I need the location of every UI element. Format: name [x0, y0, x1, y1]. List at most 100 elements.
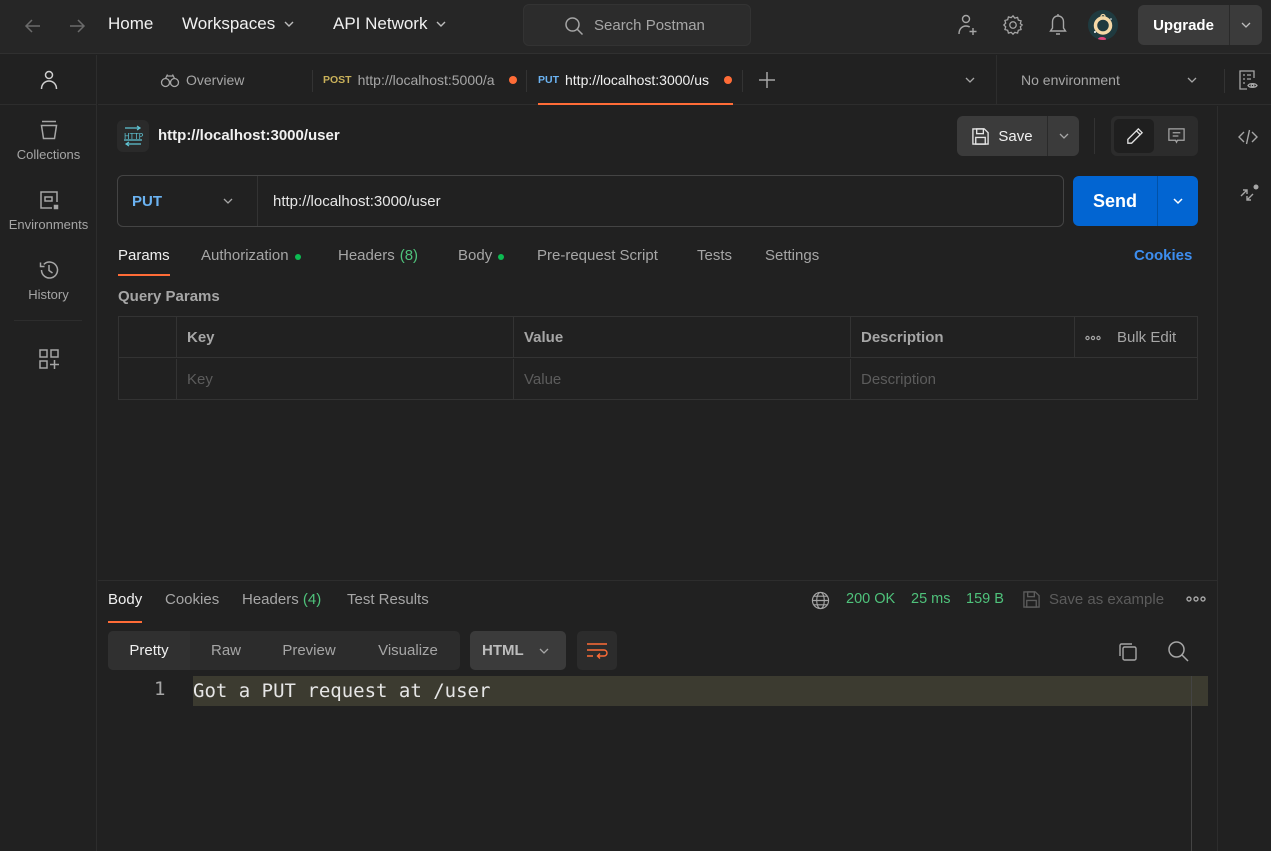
- new-tab-button[interactable]: [758, 55, 778, 105]
- tab-tests[interactable]: Tests: [697, 245, 732, 276]
- comment-icon: [1167, 127, 1186, 146]
- sidebar-item-environments[interactable]: Environments: [0, 189, 97, 249]
- response-body-editor[interactable]: 1 Got a PUT request at /user: [98, 676, 1217, 851]
- sidebar-item-history[interactable]: History: [0, 259, 97, 319]
- tab-headers[interactable]: Headers (8): [338, 245, 418, 276]
- chevron-down-icon: [538, 645, 550, 657]
- value-cell: [513, 359, 850, 400]
- response-size[interactable]: 159 B: [966, 591, 1004, 607]
- environment-select[interactable]: No environment: [996, 55, 1226, 105]
- view-pretty[interactable]: Pretty: [108, 631, 190, 670]
- nav-api-network[interactable]: API Network: [333, 14, 447, 34]
- overview-icon: [160, 72, 180, 88]
- tab-post-request[interactable]: POST http://localhost:5000/a: [323, 55, 518, 105]
- response-tab-headers[interactable]: Headers (4): [242, 591, 321, 623]
- params-table: Key Value Description Bulk Edit: [118, 316, 1198, 400]
- forward-arrow-icon[interactable]: [65, 14, 89, 38]
- edit-mode-button[interactable]: [1114, 119, 1154, 153]
- nav-home-label: Home: [108, 14, 154, 33]
- environment-quick-look-icon[interactable]: [1237, 69, 1259, 91]
- tab-settings[interactable]: Settings: [765, 245, 819, 276]
- chevron-down-icon[interactable]: [1230, 5, 1262, 45]
- tabs-overflow-dropdown[interactable]: [964, 55, 978, 105]
- add-module-icon: [38, 348, 60, 370]
- save-label: Save: [998, 127, 1033, 145]
- search-icon[interactable]: [1167, 640, 1189, 662]
- save-icon: [1022, 590, 1041, 609]
- environment-label: No environment: [1021, 72, 1120, 88]
- search-placeholder: Search Postman: [594, 16, 705, 34]
- format-select[interactable]: HTML: [470, 631, 566, 670]
- response-time[interactable]: 25 ms: [911, 591, 951, 607]
- related-collections-icon[interactable]: [1237, 184, 1259, 206]
- response-status[interactable]: 200 OK: [846, 591, 895, 607]
- sidebar-item-label: Environments: [8, 217, 89, 232]
- url-input[interactable]: [259, 176, 1059, 226]
- editor-scrollbar[interactable]: [1191, 676, 1192, 851]
- checkbox-column-header: [119, 317, 176, 358]
- tab-authorization[interactable]: Authorization: [201, 245, 301, 276]
- send-dropdown[interactable]: [1158, 176, 1198, 226]
- copy-icon[interactable]: [1117, 641, 1139, 663]
- globe-icon[interactable]: [811, 591, 830, 610]
- cookies-link[interactable]: Cookies: [1134, 247, 1192, 264]
- tab-params[interactable]: Params: [118, 245, 170, 276]
- response-divider[interactable]: [98, 580, 1217, 581]
- invite-user-icon[interactable]: [957, 13, 979, 37]
- chevron-down-icon: [1186, 74, 1198, 86]
- view-raw[interactable]: Raw: [190, 631, 262, 670]
- tab-divider: [526, 70, 527, 92]
- view-visualize[interactable]: Visualize: [356, 631, 460, 670]
- response-tab-test-results[interactable]: Test Results: [347, 591, 429, 623]
- sidebar-item-label: History: [28, 287, 69, 302]
- upgrade-label: Upgrade: [1138, 5, 1230, 45]
- key-input[interactable]: [187, 359, 513, 400]
- notifications-icon[interactable]: [1047, 13, 1069, 37]
- tab-label: http://localhost:3000/us: [565, 72, 709, 88]
- send-button[interactable]: Send: [1073, 176, 1198, 226]
- save-dropdown[interactable]: [1048, 116, 1079, 156]
- more-options-icon[interactable]: [1085, 335, 1101, 341]
- back-arrow-icon[interactable]: [21, 14, 45, 38]
- nav-workspaces[interactable]: Workspaces: [182, 14, 295, 34]
- view-label: Visualize: [378, 642, 438, 659]
- response-tab-body[interactable]: Body: [108, 591, 143, 623]
- environments-icon: [38, 189, 60, 211]
- nav-home[interactable]: Home: [108, 14, 153, 34]
- avatar[interactable]: [1088, 10, 1118, 40]
- tab-method: POST: [323, 74, 352, 86]
- save-button[interactable]: Save: [957, 116, 1079, 156]
- settings-icon[interactable]: [1002, 13, 1024, 37]
- save-main[interactable]: Save: [957, 116, 1048, 156]
- sidebar-item-collections[interactable]: Collections: [0, 119, 97, 179]
- save-as-example-button[interactable]: Save as example: [1022, 590, 1164, 609]
- right-rail: [1217, 106, 1271, 851]
- value-input[interactable]: [524, 359, 850, 400]
- code-snippet-icon[interactable]: [1237, 126, 1259, 148]
- bulk-edit-button[interactable]: Bulk Edit: [1074, 317, 1197, 358]
- table-row: [119, 359, 1197, 400]
- tab-body[interactable]: Body: [458, 245, 505, 276]
- workspace-user-button[interactable]: [0, 55, 97, 105]
- view-label: Pretty: [129, 642, 169, 659]
- upgrade-button[interactable]: Upgrade: [1138, 5, 1262, 45]
- tab-pre-request-script[interactable]: Pre-request Script: [537, 245, 658, 276]
- tab-method: PUT: [538, 74, 559, 86]
- code-line[interactable]: Got a PUT request at /user: [193, 676, 1208, 706]
- tab-overview[interactable]: Overview: [160, 55, 310, 105]
- sidebar-item-label: Collections: [16, 147, 81, 162]
- request-title[interactable]: http://localhost:3000/user: [158, 127, 340, 144]
- tab-put-request[interactable]: PUT http://localhost:3000/us: [538, 55, 733, 105]
- response-tab-cookies[interactable]: Cookies: [165, 591, 219, 623]
- sidebar-configure-button[interactable]: [0, 348, 97, 374]
- comments-button[interactable]: [1158, 119, 1195, 153]
- view-preview[interactable]: Preview: [262, 631, 356, 670]
- search-input[interactable]: Search Postman: [523, 4, 751, 46]
- method-select[interactable]: PUT: [118, 176, 258, 226]
- description-input[interactable]: [861, 359, 1197, 400]
- wrap-lines-button[interactable]: [577, 631, 617, 670]
- search-icon: [564, 16, 584, 36]
- more-options-icon[interactable]: [1185, 595, 1207, 607]
- headers-count: (4): [302, 591, 322, 608]
- chevron-down-icon: [964, 74, 976, 86]
